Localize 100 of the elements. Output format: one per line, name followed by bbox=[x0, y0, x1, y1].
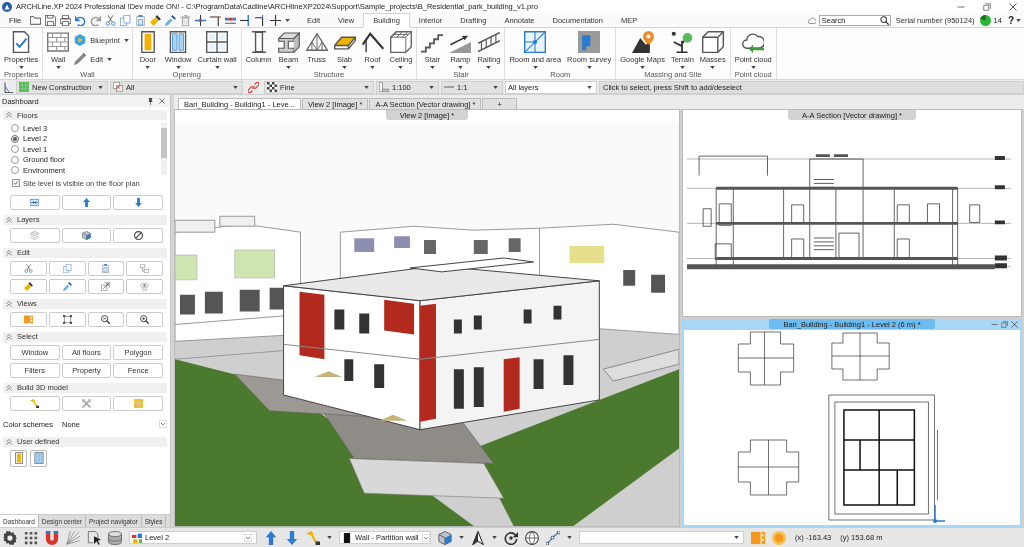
pencil-icon bbox=[74, 53, 87, 65]
tool-button[interactable] bbox=[113, 227, 163, 243]
arrow-down-icon[interactable] bbox=[285, 530, 299, 545]
print-icon[interactable] bbox=[60, 14, 72, 26]
orbit-icon[interactable] bbox=[504, 530, 518, 545]
close-icon[interactable] bbox=[1011, 321, 1018, 328]
redo-icon[interactable] bbox=[90, 14, 102, 26]
close-icon[interactable] bbox=[159, 98, 165, 104]
tool-button[interactable] bbox=[61, 227, 112, 243]
double-chevron-up-icon bbox=[6, 112, 12, 118]
caret-icon[interactable] bbox=[327, 536, 332, 539]
caret-icon[interactable] bbox=[492, 536, 497, 539]
polyline-icon[interactable] bbox=[546, 530, 560, 545]
restore-icon[interactable] bbox=[983, 2, 991, 11]
double-chevron-up-icon bbox=[6, 216, 12, 223]
t-line-icon[interactable] bbox=[240, 14, 252, 26]
corner-line-icon[interactable] bbox=[210, 14, 222, 26]
arrow-up-icon[interactable] bbox=[264, 530, 278, 545]
window-icon bbox=[32, 452, 45, 464]
help-button[interactable]: ? bbox=[1007, 13, 1014, 27]
rays-icon[interactable] bbox=[66, 530, 80, 545]
radio-button[interactable] bbox=[11, 155, 19, 164]
chain-icon[interactable] bbox=[248, 81, 259, 93]
tool-button[interactable] bbox=[61, 194, 112, 210]
wall-swatch-icon bbox=[342, 532, 352, 543]
radio-button[interactable] bbox=[11, 124, 19, 133]
brush-icon bbox=[23, 281, 33, 291]
swap-icon bbox=[140, 263, 150, 273]
resize-icon bbox=[101, 281, 111, 291]
checker-icon bbox=[267, 82, 277, 92]
copy-icon bbox=[62, 263, 72, 273]
caret-icon bbox=[429, 85, 434, 89]
scissors-icon bbox=[23, 263, 33, 273]
gear-icon[interactable] bbox=[3, 530, 17, 545]
save-icon[interactable] bbox=[45, 14, 57, 26]
pipette-icon bbox=[62, 281, 72, 291]
folder-icon[interactable] bbox=[30, 14, 42, 26]
prohibited-icon bbox=[133, 230, 143, 240]
pencil-square-icon bbox=[133, 398, 143, 408]
globe-icon[interactable] bbox=[525, 530, 539, 545]
beam-icon bbox=[277, 31, 300, 53]
plus-icon[interactable] bbox=[270, 14, 282, 26]
cloud-arrow-icon bbox=[742, 31, 765, 53]
copy-icon[interactable] bbox=[120, 14, 132, 26]
brush-icon[interactable] bbox=[150, 14, 162, 26]
layers-icon bbox=[30, 230, 40, 240]
angle-icon[interactable] bbox=[3, 81, 14, 93]
cursor-page-icon[interactable] bbox=[87, 530, 101, 545]
grid-icon[interactable] bbox=[24, 530, 38, 545]
caret-icon bbox=[734, 536, 739, 539]
film-frame-icon bbox=[23, 314, 33, 324]
scrollbar[interactable] bbox=[161, 123, 167, 175]
tool-button[interactable] bbox=[48, 311, 86, 327]
pin-icon[interactable] bbox=[147, 97, 154, 105]
hexagon-icon bbox=[74, 34, 87, 46]
tool-button[interactable] bbox=[113, 194, 163, 210]
minimize-icon[interactable] bbox=[991, 321, 998, 328]
caret-icon bbox=[233, 85, 238, 89]
caret-icon[interactable] bbox=[285, 18, 291, 22]
undo-icon[interactable] bbox=[75, 14, 87, 26]
hammer-icon[interactable] bbox=[306, 530, 320, 545]
double-chevron-up-icon bbox=[6, 249, 12, 256]
scissors-icon[interactable] bbox=[105, 14, 117, 26]
restore-icon[interactable] bbox=[1001, 321, 1008, 328]
zoom-in-icon bbox=[140, 314, 150, 324]
double-chevron-up-icon bbox=[6, 333, 12, 340]
tile-icon bbox=[578, 31, 601, 53]
caret-icon[interactable] bbox=[1016, 18, 1021, 22]
frame-corners-icon bbox=[62, 314, 72, 324]
ceiling-icon bbox=[390, 31, 412, 53]
grid-window-icon bbox=[206, 31, 229, 53]
cloud-outline-icon[interactable] bbox=[807, 16, 816, 24]
brick-wall-icon bbox=[47, 31, 70, 53]
radio-button[interactable] bbox=[11, 145, 19, 154]
radio-button[interactable] bbox=[11, 134, 19, 143]
tool-button[interactable] bbox=[87, 311, 125, 327]
pipette-icon[interactable] bbox=[165, 14, 177, 26]
railing-icon bbox=[477, 31, 500, 53]
tool-button[interactable] bbox=[30, 449, 47, 467]
cylinder-icon[interactable] bbox=[108, 530, 122, 545]
caret-icon[interactable] bbox=[459, 536, 464, 539]
command-field[interactable] bbox=[579, 531, 744, 544]
north-arrow-icon[interactable] bbox=[471, 530, 485, 545]
double-chevron-up-icon bbox=[6, 384, 12, 391]
caret-icon[interactable] bbox=[567, 536, 572, 539]
chevron-box-icon bbox=[421, 533, 430, 542]
arrow-down-icon bbox=[133, 197, 143, 207]
chevron-box-icon bbox=[244, 533, 252, 542]
tool-button[interactable] bbox=[126, 311, 163, 327]
magnet-icon[interactable] bbox=[45, 530, 59, 545]
radio-button[interactable] bbox=[11, 166, 19, 175]
paste-icon bbox=[101, 263, 111, 273]
tool-button[interactable] bbox=[10, 449, 27, 467]
close-icon[interactable] bbox=[1009, 2, 1017, 11]
shaded-cube-icon[interactable] bbox=[438, 530, 452, 545]
caret-icon bbox=[98, 85, 103, 89]
search-icon[interactable] bbox=[879, 15, 889, 25]
split-line-icon[interactable] bbox=[195, 14, 207, 26]
caret-icon bbox=[587, 85, 592, 89]
truss-icon bbox=[305, 31, 328, 53]
